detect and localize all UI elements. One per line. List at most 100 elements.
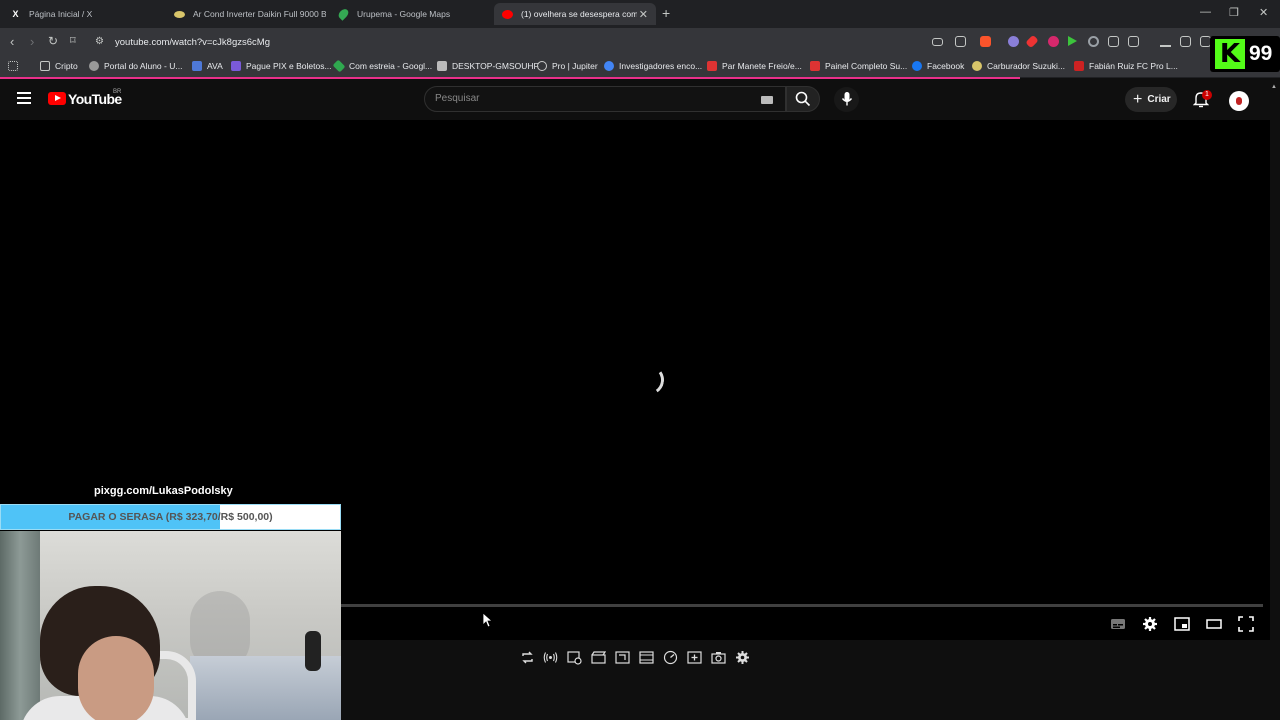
- extension-3-icon[interactable]: [1048, 36, 1059, 47]
- tab-google-maps[interactable]: Urupema - Google Maps: [330, 3, 494, 25]
- search-input[interactable]: Pesquisar: [435, 93, 479, 104]
- extensions-puzzle-icon[interactable]: [1108, 36, 1119, 47]
- search-icon: [795, 91, 811, 107]
- address-toolbar: ‹ › ↻ ⌑ ⚙ youtube.com/watch?v=cJk8gzs6cM…: [0, 28, 1280, 56]
- daikin-icon: [174, 10, 185, 18]
- desktop-icon: [437, 61, 447, 71]
- bookmark-investigadores[interactable]: Investigadores enco...: [604, 61, 702, 71]
- extension-settings-icon[interactable]: [735, 650, 750, 665]
- google-maps-icon: [336, 7, 351, 21]
- bookmark-painel[interactable]: Painel Completo Su...: [810, 61, 907, 71]
- microphone-icon: [841, 92, 853, 106]
- extension-1-icon[interactable]: [1008, 36, 1019, 47]
- share-icon[interactable]: [955, 36, 966, 47]
- create-button[interactable]: + Criar: [1125, 87, 1177, 112]
- tab-x-home[interactable]: X Página Inicial / X: [2, 3, 170, 25]
- page-load-progress: [0, 77, 1020, 79]
- bookmark-label: Pro | Jupiter: [552, 61, 598, 71]
- reload-icon[interactable]: ↻: [48, 34, 58, 48]
- close-window-icon[interactable]: ✕: [1259, 6, 1268, 19]
- audio-wave-icon[interactable]: [543, 650, 558, 665]
- video-progress-bar[interactable]: [341, 604, 1263, 607]
- download-icon[interactable]: [1160, 36, 1171, 47]
- brave-shield-icon[interactable]: [980, 36, 991, 47]
- kick-logo-icon: K: [1215, 39, 1245, 69]
- shop-icon: [810, 61, 820, 71]
- tab-youtube-video[interactable]: (1) ovelhera se desespera com ✕: [494, 3, 656, 25]
- account-avatar[interactable]: [1229, 91, 1249, 111]
- side-panel-icon[interactable]: [1180, 36, 1191, 47]
- close-tab-icon[interactable]: ✕: [639, 8, 648, 21]
- apps-icon[interactable]: [8, 61, 23, 71]
- country-code: BR: [113, 89, 122, 95]
- ea-icon: [1074, 61, 1084, 71]
- extension-4-icon[interactable]: [1068, 36, 1077, 46]
- forward-icon[interactable]: ›: [30, 34, 34, 49]
- site-info-icon[interactable]: ⚙: [95, 36, 104, 47]
- youtube-icon: [502, 9, 513, 19]
- add-screen-icon[interactable]: [687, 650, 702, 665]
- view-list-icon[interactable]: [567, 650, 582, 665]
- keyboard-icon[interactable]: [761, 96, 773, 104]
- notification-count-badge: 1: [1202, 90, 1212, 100]
- url-field[interactable]: youtube.com/watch?v=cJk8gzs6cMg: [115, 37, 270, 48]
- minimize-icon[interactable]: —: [1200, 6, 1211, 18]
- bookmark-jupiter[interactable]: Pro | Jupiter: [537, 61, 598, 71]
- bookmark-carburador[interactable]: Carburador Suzuki...: [972, 61, 1065, 71]
- bookmark-label: Facebook: [927, 61, 965, 71]
- restore-icon[interactable]: ❐: [1229, 6, 1239, 19]
- voice-search-button[interactable]: [834, 87, 859, 112]
- settings-gear-icon[interactable]: [1142, 616, 1158, 632]
- kick-viewer-count: 99: [1249, 42, 1273, 65]
- film-strip-icon[interactable]: [639, 650, 654, 665]
- loop-icon[interactable]: [520, 650, 535, 665]
- bookmark-ava[interactable]: AVA: [192, 61, 223, 71]
- bookmark-portal-aluno[interactable]: Portal do Aluno - U...: [89, 61, 182, 71]
- ava-icon: [192, 61, 202, 71]
- clapperboard-icon[interactable]: [591, 650, 606, 665]
- globe-icon: [89, 61, 99, 71]
- pix-icon: [231, 61, 241, 71]
- new-tab-button[interactable]: +: [662, 5, 670, 21]
- page-scrollbar[interactable]: [1270, 80, 1280, 720]
- speed-gauge-icon[interactable]: [663, 650, 678, 665]
- tab-label: Urupema - Google Maps: [357, 9, 451, 19]
- cast-icon[interactable]: [932, 38, 943, 46]
- bookmark-pix-boletos[interactable]: Pague PIX e Boletos...: [231, 61, 332, 71]
- bookmark-label: Investigadores enco...: [619, 61, 703, 71]
- bookmark-label: Carburador Suzuki...: [987, 61, 1065, 71]
- extension-5-icon[interactable]: [1088, 36, 1099, 47]
- tab-search-icon[interactable]: [1128, 36, 1139, 47]
- kick-viewer-badge: K 99: [1210, 36, 1280, 72]
- bookmark-icon[interactable]: ⌑: [70, 34, 76, 47]
- browser-tab-bar: X Página Inicial / X Ar Cond Inverter Da…: [0, 0, 1280, 28]
- bookmark-cripto[interactable]: Cripto: [40, 61, 78, 71]
- crop-icon[interactable]: [615, 650, 630, 665]
- donation-url: pixgg.com/LukasPodolsky: [94, 485, 233, 497]
- bookmark-facebook[interactable]: Facebook: [912, 61, 964, 71]
- screenshot-camera-icon[interactable]: [711, 650, 726, 665]
- youtube-logo-icon[interactable]: [48, 92, 66, 105]
- miniplayer-icon[interactable]: [1174, 616, 1190, 632]
- tab-label: Ar Cond Inverter Daikin Full 9000 Bt: [193, 9, 326, 19]
- subtitles-icon[interactable]: [1110, 616, 1126, 632]
- folder-icon: [40, 61, 50, 71]
- bookmark-manete[interactable]: Par Manete Freio/e...: [707, 61, 802, 71]
- menu-icon[interactable]: [17, 92, 31, 104]
- tab-label: Página Inicial / X: [29, 9, 93, 19]
- theater-mode-icon[interactable]: [1206, 616, 1222, 632]
- bookmark-fabian-ruiz[interactable]: Fabián Ruiz FC Pro L...: [1074, 61, 1178, 71]
- search-box[interactable]: Pesquisar: [424, 86, 786, 112]
- fullscreen-icon[interactable]: [1238, 616, 1254, 632]
- tab-label: (1) ovelhera se desespera com: [521, 9, 637, 19]
- bookmark-com-estreia[interactable]: Com estreia - Googl...: [332, 59, 432, 73]
- bookmark-label: Painel Completo Su...: [825, 61, 908, 71]
- bookmark-desktop[interactable]: DESKTOP-GMSOUHF: [437, 61, 539, 71]
- back-icon[interactable]: ‹: [10, 34, 14, 49]
- google-icon: [604, 61, 614, 71]
- scroll-up-icon[interactable]: ▲: [1271, 84, 1277, 90]
- search-button[interactable]: [786, 86, 820, 112]
- tab-daikin[interactable]: Ar Cond Inverter Daikin Full 9000 Bt: [166, 3, 334, 25]
- extension-2-icon[interactable]: [1025, 34, 1039, 49]
- bookmark-label: AVA: [207, 61, 223, 71]
